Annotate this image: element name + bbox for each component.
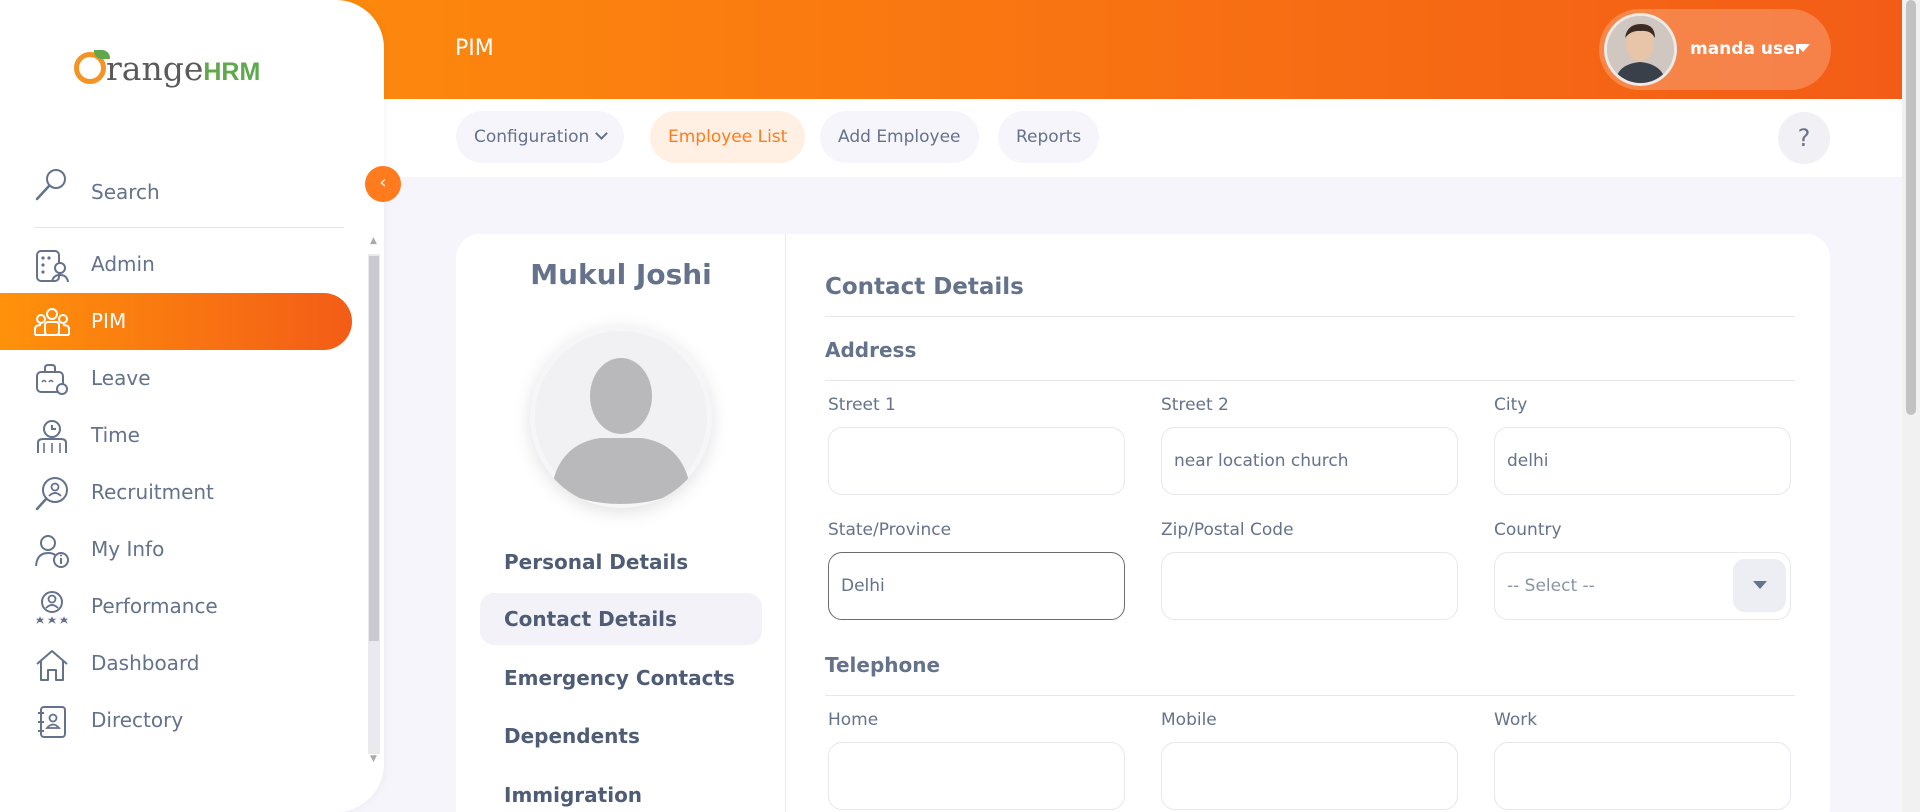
street2-field[interactable] — [1161, 427, 1458, 495]
street1-label: Street 1 — [828, 395, 896, 415]
sidebar-item-admin[interactable]: Admin — [0, 236, 352, 293]
country-label: Country — [1494, 520, 1562, 540]
user-menu[interactable]: manda user — [1599, 9, 1831, 90]
nav-add-employee-label: Add Employee — [838, 127, 961, 147]
sidebar-item-leave[interactable]: Leave — [0, 350, 352, 407]
sidebar-search[interactable]: Search — [34, 162, 344, 228]
city-field[interactable] — [1494, 427, 1791, 495]
directory-icon — [38, 706, 66, 738]
sidebar-scrollbar[interactable]: ▲ ▼ — [368, 236, 382, 764]
nav-configuration[interactable]: Configuration — [456, 111, 625, 163]
mobile-phone-field[interactable] — [1161, 742, 1458, 810]
address-heading: Address — [825, 338, 917, 362]
nav-employee-list[interactable]: Employee List — [650, 111, 806, 163]
nav-configuration-label: Configuration — [474, 127, 590, 147]
sidebar-item-label: Admin — [91, 252, 155, 276]
employee-card: Mukul Joshi Personal Details Contact Det… — [456, 234, 1830, 812]
employee-side-pane: Mukul Joshi Personal Details Contact Det… — [456, 234, 786, 812]
collapse-sidebar-button[interactable]: ‹ — [365, 166, 401, 202]
sidebar-item-label: Time — [91, 423, 140, 447]
sidebar-item-directory[interactable]: Directory — [0, 692, 352, 749]
country-select[interactable]: -- Select -- — [1494, 552, 1791, 620]
work-phone-field[interactable] — [1494, 742, 1791, 810]
sidebar-item-pim[interactable]: PIM — [0, 293, 352, 350]
sidebar-item-label: Directory — [91, 708, 184, 732]
top-nav: Configuration Employee List Add Employee… — [384, 99, 1902, 177]
module-title: PIM — [455, 36, 494, 61]
sidebar-item-label: Recruitment — [91, 480, 214, 504]
admin-icon — [36, 250, 69, 283]
employee-photo[interactable] — [530, 326, 712, 508]
home-phone-label: Home — [828, 710, 879, 730]
divider — [825, 695, 1795, 696]
sidebar-item-my-info[interactable]: My Info — [0, 521, 352, 578]
home-icon — [36, 650, 68, 681]
state-field[interactable] — [828, 552, 1125, 620]
pim-icon — [34, 308, 70, 336]
tab-dependents[interactable]: Dependents — [480, 710, 762, 762]
street2-label: Street 2 — [1161, 395, 1229, 415]
sidebar: rangeHRM Search Admin PIM Leave Time Rec… — [0, 0, 384, 812]
tab-emergency-contacts[interactable]: Emergency Contacts — [480, 652, 762, 704]
employee-name: Mukul Joshi — [530, 258, 712, 291]
state-label: State/Province — [828, 520, 952, 540]
user-name: manda user — [1690, 39, 1803, 59]
city-label: City — [1494, 395, 1528, 415]
home-phone-field[interactable] — [828, 742, 1125, 810]
zip-field[interactable] — [1161, 552, 1458, 620]
page-title: Contact Details — [825, 274, 1024, 300]
nav-add-employee[interactable]: Add Employee — [820, 111, 979, 163]
tab-personal-details[interactable]: Personal Details — [480, 536, 762, 588]
nav-reports[interactable]: Reports — [998, 111, 1100, 163]
caret-down-icon[interactable] — [1796, 44, 1810, 52]
work-phone-label: Work — [1494, 710, 1538, 730]
mobile-phone-label: Mobile — [1161, 710, 1217, 730]
scroll-up-icon[interactable]: ▲ — [370, 236, 377, 246]
sidebar-item-label: My Info — [91, 537, 165, 561]
leave-icon — [36, 364, 68, 395]
telephone-heading: Telephone — [825, 653, 941, 677]
user-silhouette-icon — [535, 331, 707, 504]
sidebar-item-recruitment[interactable]: Recruitment — [0, 464, 352, 521]
tab-immigration[interactable]: Immigration — [480, 769, 762, 812]
sidebar-item-label: Leave — [91, 366, 151, 390]
scroll-down-icon[interactable]: ▼ — [370, 754, 377, 764]
nav-reports-label: Reports — [1016, 127, 1082, 147]
sidebar-item-label: PIM — [91, 309, 127, 333]
tab-label: Immigration — [504, 783, 643, 807]
tab-contact-details[interactable]: Contact Details — [480, 593, 762, 645]
tab-label: Personal Details — [504, 550, 689, 574]
sidebar-item-performance[interactable]: Performance — [0, 578, 352, 635]
chevron-left-icon: ‹ — [379, 172, 387, 193]
sidebar-item-label: Dashboard — [91, 651, 200, 675]
zip-label: Zip/Postal Code — [1161, 520, 1294, 540]
page-scrollbar[interactable] — [1902, 0, 1920, 812]
caret-down-icon[interactable] — [1733, 559, 1786, 612]
divider — [825, 380, 1795, 381]
sidebar-item-time[interactable]: Time — [0, 407, 352, 464]
country-select-value: -- Select -- — [1507, 576, 1595, 596]
recruitment-icon — [35, 477, 68, 511]
divider — [825, 316, 1795, 317]
orangehrm-logo: rangeHRM — [74, 48, 260, 88]
my-info-icon — [35, 535, 69, 568]
nav-employee-list-label: Employee List — [668, 127, 788, 147]
search-icon — [35, 169, 66, 201]
sidebar-item-dashboard[interactable]: Dashboard — [0, 635, 352, 692]
page-scroll-thumb[interactable] — [1906, 0, 1916, 415]
street1-field[interactable] — [828, 427, 1125, 495]
sidebar-scroll-thumb[interactable] — [369, 256, 379, 641]
help-button[interactable]: ? — [1778, 112, 1830, 164]
performance-icon — [35, 591, 69, 624]
user-avatar — [1604, 13, 1677, 86]
chevron-down-icon — [595, 127, 609, 140]
sidebar-item-label: Performance — [91, 594, 218, 618]
tab-label: Emergency Contacts — [504, 666, 735, 690]
tab-label: Dependents — [504, 724, 640, 748]
time-icon — [37, 420, 67, 453]
tab-label: Contact Details — [504, 607, 677, 631]
logo-o-icon — [74, 50, 110, 84]
search-label: Search — [91, 180, 160, 204]
